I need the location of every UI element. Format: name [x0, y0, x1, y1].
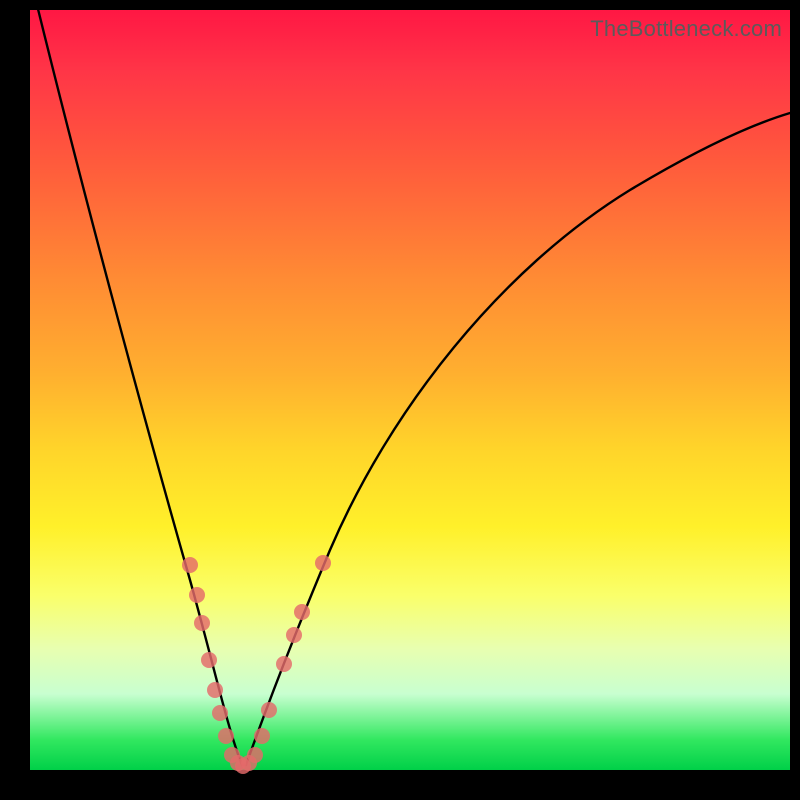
marker-group — [182, 555, 331, 774]
curve-path — [37, 5, 790, 765]
bottleneck-curve-svg — [30, 10, 790, 770]
chart-area: TheBottleneck.com — [30, 10, 790, 770]
